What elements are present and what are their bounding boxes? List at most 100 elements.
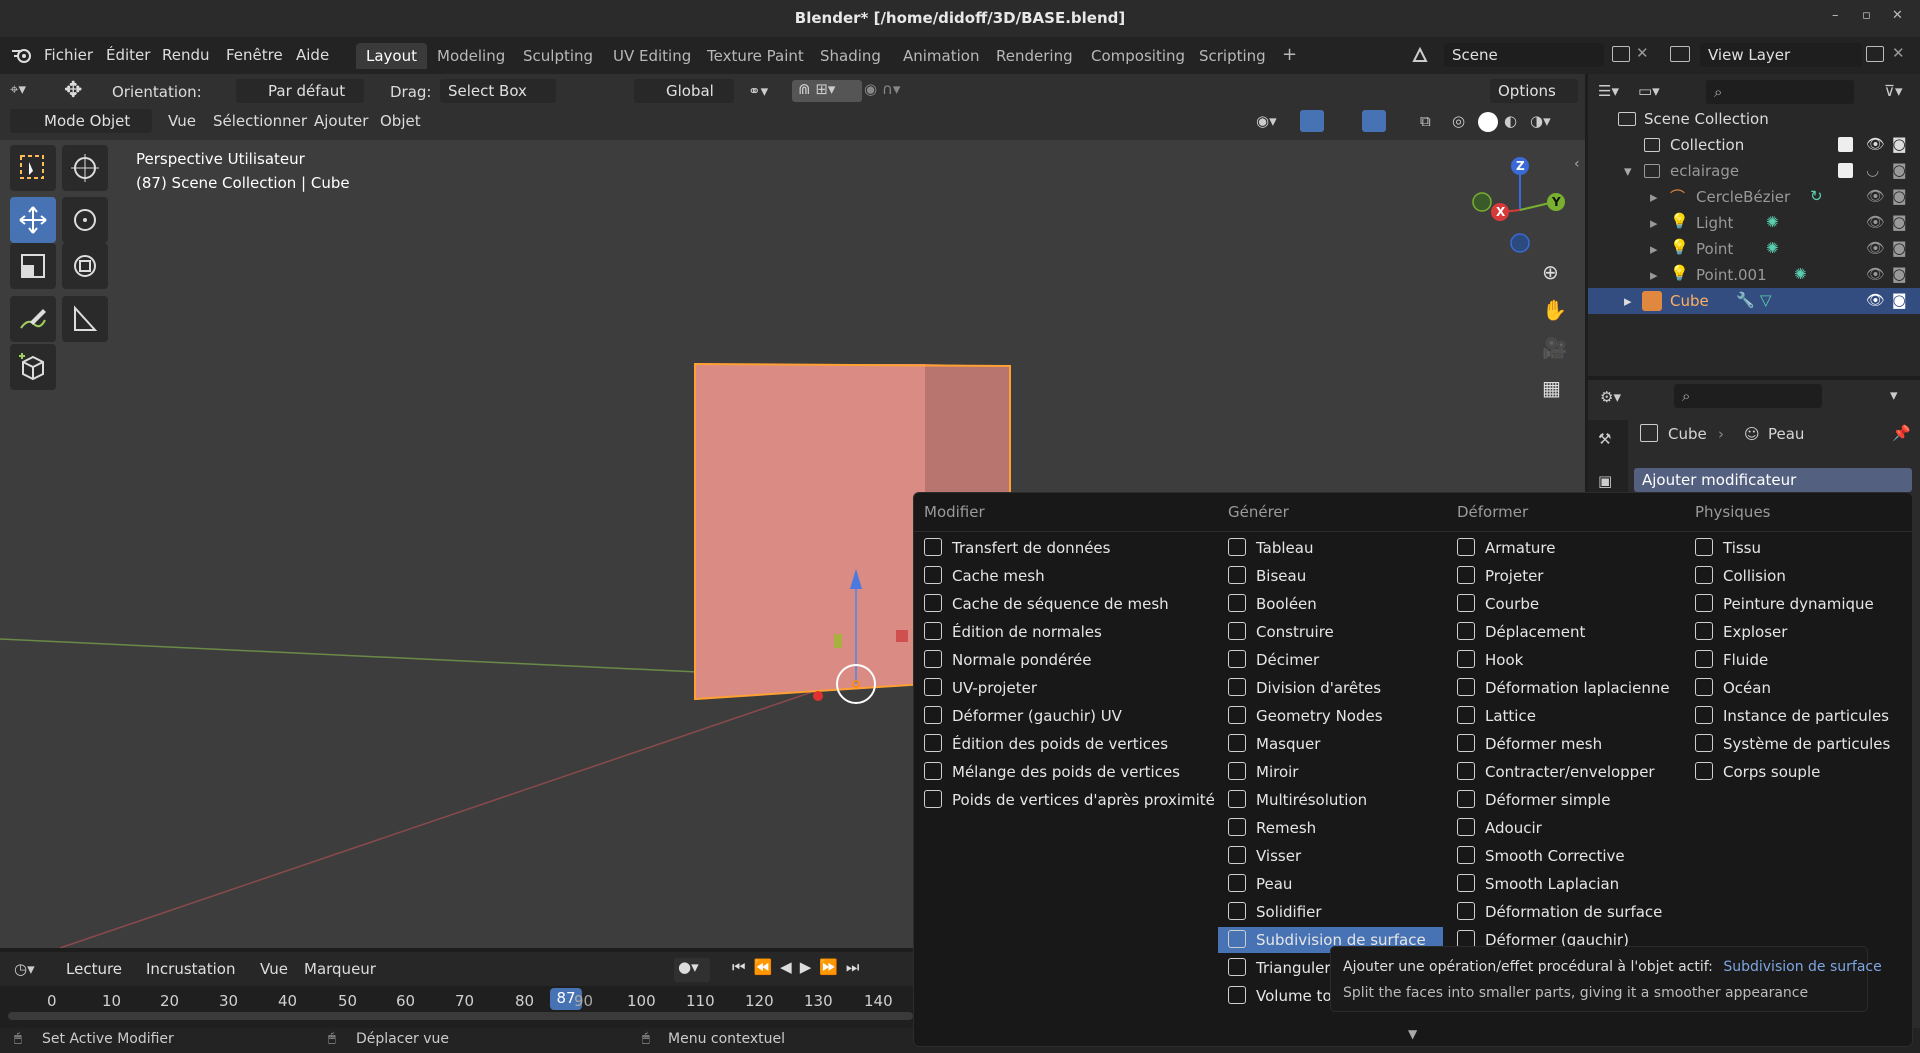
menu-item-deformer-1[interactable]: Projeter [1447, 563, 1679, 589]
menu-incrustation[interactable]: Incrustation [138, 957, 248, 981]
menu-item-generer-11[interactable]: Visser [1218, 843, 1443, 869]
gizmo-toggle-icon[interactable] [1300, 110, 1324, 132]
expand-chevron-icon[interactable]: ▸ [1650, 266, 1658, 284]
menu-item-deformer-3[interactable]: Déplacement [1447, 619, 1679, 645]
close-button[interactable]: ✕ [1892, 8, 1903, 23]
menu-item-deformer-9[interactable]: Déformer simple [1447, 787, 1679, 813]
tab-modeling[interactable]: Modeling [427, 43, 515, 69]
add-workspace-button[interactable]: + [1272, 43, 1307, 69]
eye-closed-icon[interactable]: ◡ [1866, 161, 1879, 179]
menu-item-generer-12[interactable]: Peau [1218, 871, 1443, 897]
render-tab-icon[interactable]: ▣ [1598, 472, 1612, 490]
pan-hand-icon[interactable]: ✋ [1542, 298, 1570, 326]
tab-compositing[interactable]: Compositing [1081, 43, 1195, 69]
maximize-button[interactable]: ▫ [1862, 8, 1871, 23]
outliner-row-cerclebezier[interactable]: ▸ ⌒ CercleBézier ↻ 👁 ◙ [1588, 184, 1920, 210]
options-dropdown[interactable]: Options [1490, 79, 1578, 103]
visibility-icon[interactable]: ◉▾ [1256, 112, 1277, 130]
ortho-grid-icon[interactable]: ▦ [1542, 376, 1570, 404]
menu-item-physiques-3[interactable]: Exploser [1685, 619, 1910, 645]
menu-item-physiques-2[interactable]: Peinture dynamique [1685, 591, 1910, 617]
tool-add-cube[interactable] [10, 344, 56, 390]
remove-scene-icon[interactable]: ✕ [1636, 44, 1649, 62]
solid-shading-icon[interactable] [1478, 112, 1498, 132]
tool-select-box[interactable] [10, 145, 56, 191]
menu-item-deformer-11[interactable]: Smooth Corrective [1447, 843, 1679, 869]
menu-editer[interactable]: Éditer [106, 46, 150, 64]
orientation-dropdown[interactable]: Par défaut [236, 79, 364, 103]
menu-item-generer-2[interactable]: Booléen [1218, 591, 1443, 617]
checkbox-icon[interactable] [1838, 137, 1853, 152]
eye-icon[interactable]: 👁 [1866, 187, 1885, 205]
menu-item-physiques-7[interactable]: Système de particules [1685, 731, 1910, 757]
overlay-toggle-icon[interactable] [1362, 110, 1386, 132]
menu-item-modifier-1[interactable]: Cache mesh [914, 563, 1214, 589]
outliner-editor-icon[interactable]: ☰▾ [1598, 82, 1619, 100]
expand-chevron-icon[interactable]: ▸ [1650, 214, 1658, 232]
add-modifier-dropdown[interactable]: Ajouter modificateur [1634, 468, 1912, 492]
tab-animation[interactable]: Animation [893, 43, 989, 69]
camera-icon[interactable]: ◙ [1892, 135, 1907, 153]
scene-icon[interactable] [1410, 45, 1434, 65]
menu-item-deformer-2[interactable]: Courbe [1447, 591, 1679, 617]
menu-item-deformer-6[interactable]: Lattice [1447, 703, 1679, 729]
camera-icon[interactable]: ◙ [1892, 239, 1907, 257]
zoom-icon[interactable]: ⊕ [1542, 260, 1570, 288]
wireframe-shading-icon[interactable]: ◎ [1452, 112, 1465, 130]
xray-icon[interactable]: ⧉ [1420, 112, 1431, 130]
eye-icon[interactable]: 👁 [1866, 213, 1885, 231]
filter-icon[interactable]: ⊽▾ [1884, 82, 1903, 100]
menu-item-modifier-3[interactable]: Édition de normales [914, 619, 1214, 645]
rendered-shading-icon[interactable]: ◑▾ [1530, 112, 1551, 130]
menu-item-generer-3[interactable]: Construire [1218, 619, 1443, 645]
transform-orientation-dropdown[interactable]: Global [634, 79, 734, 103]
menu-item-physiques-1[interactable]: Collision [1685, 563, 1910, 589]
outliner-row-cube[interactable]: ▸ Cube 🔧 ▽ 👁 ◙ [1588, 288, 1920, 314]
menu-item-modifier-8[interactable]: Mélange des poids de vertices [914, 759, 1214, 785]
snap-icon[interactable]: ⋒ ⊞▾ [792, 80, 862, 102]
camera-icon[interactable]: ◙ [1892, 213, 1907, 231]
mode-dropdown[interactable]: Mode Objet [10, 109, 152, 133]
view-layer-selector[interactable]: View Layer [1700, 43, 1862, 67]
menu-item-modifier-5[interactable]: UV-projeter [914, 675, 1214, 701]
menu-item-deformer-0[interactable]: Armature [1447, 535, 1679, 561]
tool-rotate[interactable] [62, 197, 108, 243]
menu-item-physiques-0[interactable]: Tissu [1685, 535, 1910, 561]
blender-logo-icon[interactable] [10, 45, 34, 65]
menu-item-generer-6[interactable]: Geometry Nodes [1218, 703, 1443, 729]
camera-icon[interactable]: ◙ [1892, 187, 1907, 205]
menu-lecture[interactable]: Lecture [58, 957, 138, 981]
proportional-edit-icon[interactable]: ◉ ∩▾ [864, 80, 924, 102]
tab-texture-paint[interactable]: Texture Paint [697, 43, 814, 69]
menu-fenetre[interactable]: Fenêtre [226, 46, 283, 64]
menu-item-modifier-9[interactable]: Poids de vertices d'après proximité [914, 787, 1215, 813]
menu-item-deformer-12[interactable]: Smooth Laplacian [1447, 871, 1679, 897]
tab-rendering[interactable]: Rendering [986, 43, 1083, 69]
playback-controls-icon[interactable]: ⏮⏪◀▶⏩⏭ [732, 958, 867, 976]
tool-annotate[interactable] [10, 296, 56, 342]
menu-item-physiques-5[interactable]: Océan [1685, 675, 1910, 701]
menu-item-generer-0[interactable]: Tableau [1218, 535, 1443, 561]
camera-view-icon[interactable]: 🎥 [1542, 336, 1570, 364]
outliner-row-scene-collection[interactable]: Scene Collection [1588, 106, 1920, 132]
menu-item-physiques-8[interactable]: Corps souple [1685, 759, 1910, 785]
pin-icon[interactable]: 📌 [1892, 424, 1911, 442]
expand-chevron-icon[interactable]: ▸ [1624, 292, 1632, 310]
tab-sculpting[interactable]: Sculpting [513, 43, 603, 69]
outliner-row-eclairage[interactable]: ▾ eclairage ◡ ◙ [1588, 158, 1920, 184]
menu-rendu[interactable]: Rendu [162, 46, 210, 64]
sidebar-toggle-icon[interactable]: ‹ [1574, 156, 1580, 172]
menu-item-generer-7[interactable]: Masquer [1218, 731, 1443, 757]
menu-item-modifier-2[interactable]: Cache de séquence de mesh [914, 591, 1214, 617]
drag-dropdown[interactable]: Select Box [440, 79, 556, 103]
record-icon[interactable]: ●▾ [674, 958, 710, 982]
tab-uv-editing[interactable]: UV Editing [603, 43, 701, 69]
outliner-row-point-001[interactable]: ▸ 💡 Point.001 ✺ 👁 ◙ [1588, 262, 1920, 288]
menu-item-modifier-0[interactable]: Transfert de données [914, 535, 1214, 561]
menu-item-generer-9[interactable]: Multirésolution [1218, 787, 1443, 813]
menu-fichier[interactable]: Fichier [44, 46, 93, 64]
menu-marqueur[interactable]: Marqueur [304, 960, 376, 978]
scene-selector[interactable]: Scene [1444, 43, 1604, 67]
menu-item-deformer-4[interactable]: Hook [1447, 647, 1679, 673]
tab-layout[interactable]: Layout [356, 43, 427, 69]
